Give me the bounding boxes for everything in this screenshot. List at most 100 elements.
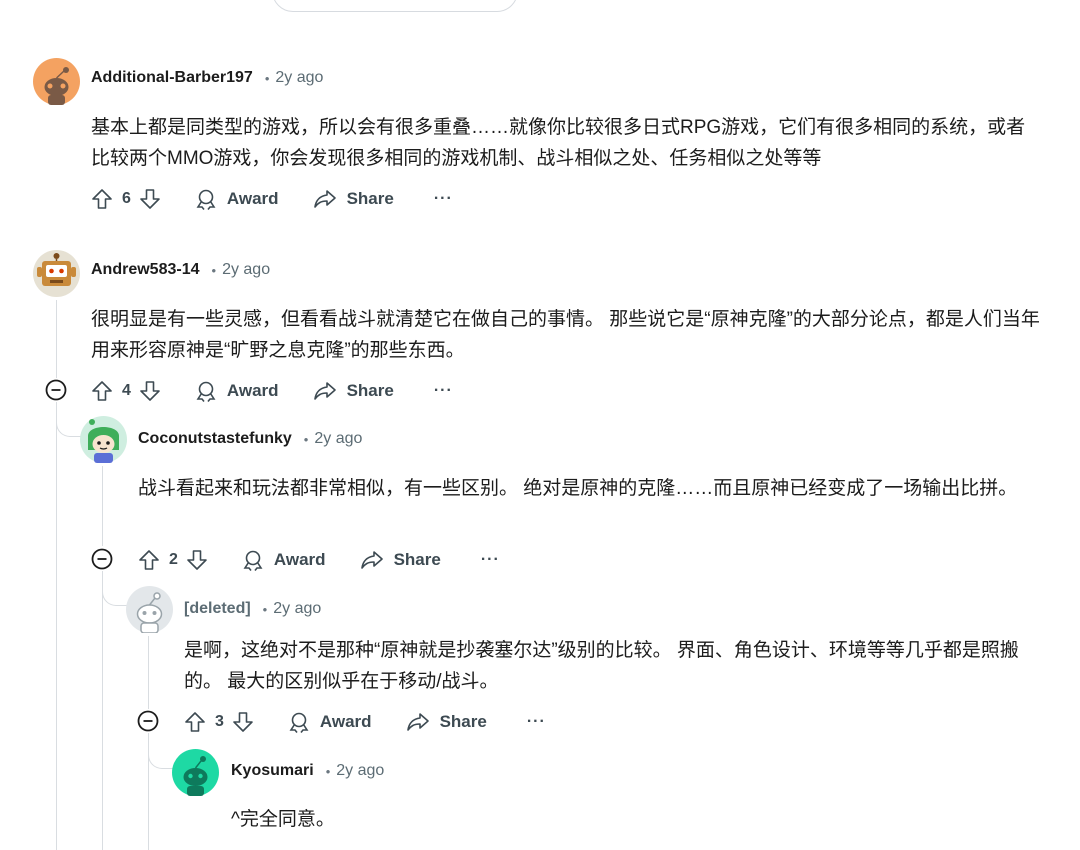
avatar[interactable]: [33, 250, 80, 297]
upvote-button[interactable]: [91, 380, 113, 402]
upvote-icon: [185, 712, 205, 732]
award-icon: [243, 550, 263, 571]
collapse-thread-button[interactable]: [137, 710, 159, 732]
avatar[interactable]: [126, 586, 173, 634]
award-icon: [196, 381, 216, 402]
downvote-icon: [140, 189, 160, 209]
collapse-icon: [45, 379, 67, 401]
downvote-button[interactable]: [139, 188, 161, 210]
share-icon: [313, 382, 336, 400]
timestamp[interactable]: 2y ago: [273, 600, 321, 618]
award-button[interactable]: Award: [195, 380, 279, 402]
share-label: Share: [439, 712, 487, 731]
collapse-thread-button[interactable]: [45, 379, 67, 401]
award-icon: [289, 712, 309, 733]
award-label: Award: [319, 712, 372, 731]
share-label: Share: [393, 550, 441, 569]
downvote-button[interactable]: [232, 711, 254, 733]
thread-connector: [148, 748, 173, 769]
thread-connector: [56, 416, 83, 437]
award-button[interactable]: Award: [242, 549, 326, 571]
upvote-icon: [92, 381, 112, 401]
snoo-avatar-icon: [33, 250, 80, 297]
downvote-button[interactable]: [186, 549, 208, 571]
upvote-icon: [139, 550, 159, 570]
downvote-button[interactable]: [139, 380, 161, 402]
comment-actions: 6 Award Share ···: [91, 184, 453, 214]
upvote-button[interactable]: [184, 711, 206, 733]
downvote-icon: [187, 550, 207, 570]
comment-header: [deleted] • 2y ago: [184, 598, 321, 620]
separator-dot: •: [262, 601, 268, 617]
thread-line: [102, 466, 103, 546]
avatar[interactable]: [80, 416, 127, 463]
top-pill-button[interactable]: [272, 0, 518, 12]
collapse-icon: [91, 548, 113, 570]
thread-line: [56, 402, 57, 850]
comment-header: Kyosumari • 2y ago: [231, 760, 384, 782]
thread-line: [56, 300, 57, 378]
author-name[interactable]: Coconutstastefunky: [138, 430, 292, 448]
separator-dot: •: [264, 70, 270, 86]
share-button[interactable]: Share: [360, 549, 441, 571]
downvote-icon: [233, 712, 253, 732]
snoo-avatar-icon: [172, 749, 219, 796]
more-options-button[interactable]: ···: [527, 713, 546, 731]
comment-header: Andrew583-14 • 2y ago: [91, 259, 270, 281]
more-options-button[interactable]: ···: [434, 382, 453, 400]
vote-count: 3: [215, 713, 224, 730]
separator-dot: •: [211, 262, 217, 278]
comment-body: 战斗看起来和玩法都非常相似，有一些区别。 绝对是原神的克隆……而且原神已经变成了…: [138, 478, 1018, 499]
avatar[interactable]: [172, 749, 219, 796]
timestamp[interactable]: 2y ago: [222, 261, 270, 279]
separator-dot: •: [325, 763, 331, 779]
award-label: Award: [226, 189, 279, 208]
downvote-icon: [140, 381, 160, 401]
upvote-button[interactable]: [138, 549, 160, 571]
author-name[interactable]: Kyosumari: [231, 762, 314, 780]
comment-body: 是啊，这绝对不是那种“原神就是抄袭塞尔达”级别的比较。 界面、角色设计、环境等等…: [184, 640, 1019, 692]
timestamp[interactable]: 2y ago: [314, 430, 362, 448]
award-label: Award: [226, 381, 279, 400]
deleted-user-avatar-icon: [126, 586, 173, 634]
timestamp[interactable]: 2y ago: [336, 762, 384, 780]
upvote-button[interactable]: [91, 188, 113, 210]
award-label: Award: [273, 550, 326, 569]
comment-header: Additional-Barber197 • 2y ago: [91, 67, 323, 89]
collapse-thread-button[interactable]: [91, 548, 113, 570]
avatar[interactable]: [33, 58, 80, 105]
share-button[interactable]: Share: [313, 380, 394, 402]
comment-actions: 4 Award Share ···: [91, 376, 453, 406]
upvote-icon: [92, 189, 112, 209]
comment-header: Coconutstastefunky • 2y ago: [138, 428, 362, 450]
share-label: Share: [346, 381, 394, 400]
share-button[interactable]: Share: [313, 188, 394, 210]
share-icon: [313, 190, 336, 208]
award-button[interactable]: Award: [195, 188, 279, 210]
share-icon: [360, 551, 383, 569]
snoo-avatar-icon: [80, 416, 127, 463]
share-icon: [406, 713, 429, 731]
award-icon: [196, 189, 216, 210]
comment-body: 很明显是有一些灵感，但看看战斗就清楚它在做自己的事情。 那些说它是“原神克隆”的…: [91, 309, 1040, 361]
more-options-button[interactable]: ···: [481, 551, 500, 569]
comment-body: 基本上都是同类型的游戏，所以会有很多重叠……就像你比较很多日式RPG游戏，它们有…: [91, 117, 1026, 169]
share-button[interactable]: Share: [406, 711, 487, 733]
vote-count: 6: [122, 190, 131, 207]
more-options-button[interactable]: ···: [434, 190, 453, 208]
thread-line: [148, 636, 149, 709]
share-label: Share: [346, 189, 394, 208]
award-button[interactable]: Award: [288, 711, 372, 733]
timestamp[interactable]: 2y ago: [275, 69, 323, 87]
vote-count: 4: [122, 382, 131, 399]
snoo-avatar-icon: [33, 58, 80, 105]
author-name: [deleted]: [184, 600, 251, 617]
thread-connector: [102, 585, 127, 606]
author-name[interactable]: Additional-Barber197: [91, 69, 253, 87]
vote-count: 2: [169, 551, 178, 568]
separator-dot: •: [303, 431, 309, 447]
author-name[interactable]: Andrew583-14: [91, 261, 200, 279]
comment-actions: 3 Award Share ···: [184, 707, 546, 737]
comment-actions: 2 Award Share ···: [138, 545, 500, 575]
collapse-icon: [137, 710, 159, 732]
